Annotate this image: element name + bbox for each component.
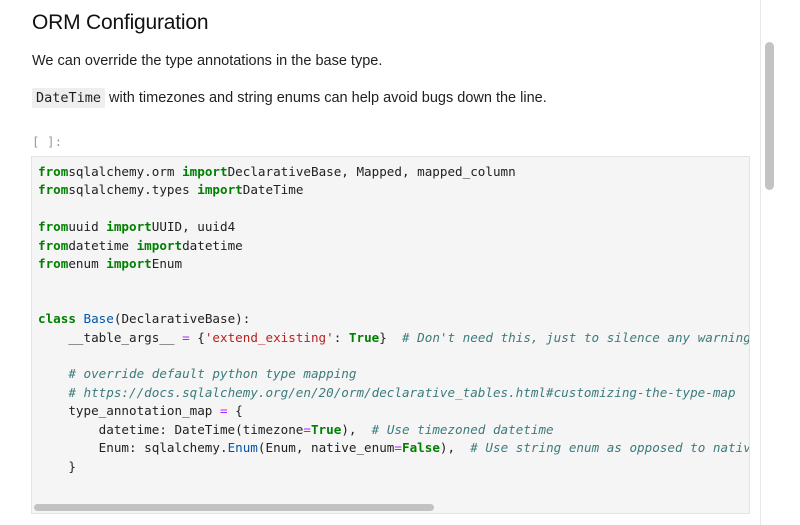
- code-line: Enum: sqlalchemy.Enum(Enum, native_enum=…: [38, 440, 749, 456]
- code-line: class Base(DeclarativeBase):: [38, 311, 250, 326]
- code-token: from: [38, 219, 69, 235]
- code-token: False: [401, 440, 440, 456]
- code-line: fromsqlalchemy.orm importDeclarativeBase…: [38, 164, 516, 179]
- code-token: # Don't need this, just to silence any w…: [402, 329, 750, 345]
- code-token: import: [106, 219, 152, 235]
- horizontal-scrollbar-thumb[interactable]: [34, 504, 434, 511]
- code-token: type_annotation_map: [38, 403, 220, 419]
- code-token: datetime: DateTime(timezone: [38, 421, 304, 437]
- code-token: import: [182, 164, 228, 179]
- code-token: DeclarativeBase, Mapped, mapped_column: [227, 164, 516, 179]
- code-token: True: [348, 329, 380, 345]
- code-token: =: [219, 403, 228, 419]
- code-token: =: [182, 329, 190, 345]
- code-block[interactable]: fromsqlalchemy.orm importDeclarativeBase…: [38, 163, 750, 476]
- code-token: # Use string enum as opposed to native e…: [470, 440, 749, 456]
- code-line: datetime: DateTime(timezone=True), # Use…: [38, 422, 554, 437]
- code-token: True: [310, 421, 342, 437]
- horizontal-scrollbar[interactable]: [32, 501, 750, 513]
- code-token: Base: [83, 311, 114, 327]
- vertical-scrollbar-thumb[interactable]: [765, 42, 774, 190]
- code-token: 'extend_existing': [204, 329, 334, 345]
- code-token: }: [379, 329, 402, 345]
- code-token: __table_args__: [38, 329, 183, 345]
- code-token: ),: [439, 440, 471, 456]
- code-token: from: [38, 237, 69, 253]
- code-token: uuid: [68, 219, 107, 235]
- code-token: datetime: [182, 237, 243, 253]
- code-line: fromdatetime importdatetime: [38, 238, 243, 253]
- code-token: ),: [341, 421, 372, 437]
- code-line: type_annotation_map = {: [38, 403, 243, 419]
- code-token: UUID, uuid4: [151, 219, 236, 235]
- code-token: from: [38, 182, 69, 198]
- code-token: Enum: [151, 256, 183, 272]
- code-token: # https://docs.sqlalchemy.org/en/20/orm/…: [68, 384, 736, 400]
- code-token: # Use timezoned datetime: [371, 421, 554, 437]
- code-token: import: [197, 182, 243, 198]
- code-line: fromuuid importUUID, uuid4: [38, 219, 235, 234]
- code-line: __table_args__ = {'extend_existing': Tru…: [38, 329, 750, 345]
- code-token: :: [333, 329, 349, 345]
- inline-code-datetime: DateTime: [32, 88, 106, 108]
- markdown-paragraph: We can override the type annotations in …: [32, 53, 383, 69]
- code-token: Enum: [227, 440, 258, 456]
- code-line: fromenum importEnum: [38, 256, 182, 271]
- markdown-paragraph-text: with timezones and string enums can help…: [105, 90, 547, 106]
- markdown-paragraph-datetime: DateTime with timezones and string enums…: [32, 88, 547, 108]
- cell-execution-prompt: [ ]:: [32, 134, 63, 149]
- code-token: {: [227, 403, 243, 419]
- code-token: (Enum, native_enum: [257, 440, 395, 456]
- code-line: }: [38, 459, 76, 474]
- code-token: }: [38, 458, 76, 474]
- code-line: # override default python type mapping: [38, 366, 356, 381]
- code-token: {: [189, 329, 205, 345]
- code-token: from: [38, 164, 69, 179]
- code-token: class: [38, 311, 76, 327]
- code-token: Enum: sqlalchemy.: [38, 440, 228, 456]
- code-token: (DeclarativeBase):: [113, 311, 251, 327]
- vertical-scrollbar[interactable]: [760, 0, 800, 525]
- code-token: # override default python type mapping: [68, 366, 357, 382]
- code-token: sqlalchemy.orm: [68, 164, 183, 179]
- code-token: =: [394, 440, 402, 456]
- page-title: ORM Configuration: [32, 11, 209, 34]
- code-token: =: [303, 421, 311, 437]
- code-token: enum: [68, 256, 107, 272]
- code-token: import: [136, 237, 183, 253]
- code-token: datetime: [68, 237, 137, 253]
- notebook-panel: ORM Configuration We can override the ty…: [0, 0, 760, 525]
- code-token: DateTime: [242, 182, 304, 198]
- code-token: import: [106, 256, 152, 272]
- code-line: # https://docs.sqlalchemy.org/en/20/orm/…: [38, 384, 736, 400]
- code-token: from: [38, 256, 69, 272]
- code-token: sqlalchemy.types: [68, 182, 198, 198]
- code-cell-editor[interactable]: fromsqlalchemy.orm importDeclarativeBase…: [31, 156, 750, 514]
- code-line: fromsqlalchemy.types importDateTime: [38, 182, 303, 197]
